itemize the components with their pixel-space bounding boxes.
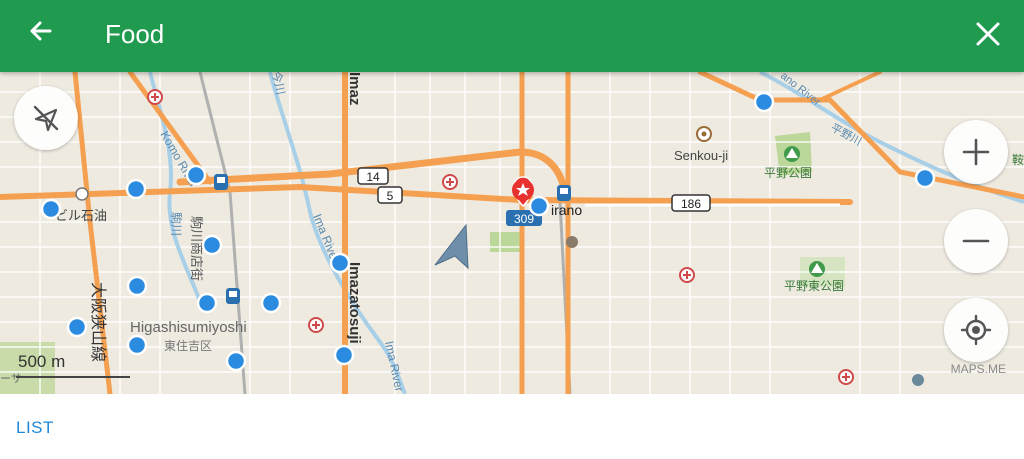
svg-text:186: 186: [681, 197, 701, 211]
map-label-river: ano River: [778, 72, 823, 109]
temple-icon: [696, 126, 712, 142]
hospital-icon: [838, 369, 854, 385]
map-label-hirano-east-park: 平野東公園: [784, 279, 844, 293]
location-disabled-icon: [33, 105, 59, 132]
map-label-senkouji: Senkou-ji: [674, 148, 728, 163]
food-marker: [126, 275, 148, 297]
route-shield-5: 5: [377, 186, 403, 204]
route-shield-186: 186: [671, 194, 711, 212]
hospital-icon: [308, 317, 324, 333]
food-marker: [201, 234, 223, 256]
food-marker: [40, 198, 62, 220]
plus-icon: [962, 138, 990, 166]
food-marker: [66, 316, 88, 338]
top-app-bar: Food: [0, 0, 1024, 72]
park-tree-icon: [809, 261, 825, 277]
my-location-icon: [960, 314, 992, 346]
map-canvas[interactable]: 14 5 186 309 Komo River 駒川 駒川商店街 Imaz Im…: [0, 72, 1024, 394]
attribution-label: MAPS.ME: [950, 362, 1006, 376]
map-label-higashisumiyoshi: Higashisumiyoshi: [130, 319, 247, 336]
park-tree-icon: [784, 146, 800, 162]
back-arrow-icon[interactable]: [22, 14, 58, 50]
map-label-edge: 鞍: [1012, 152, 1024, 167]
food-marker: [333, 344, 355, 366]
list-button[interactable]: LIST: [16, 418, 54, 438]
station-icon: [557, 185, 571, 201]
bottom-bar: [0, 394, 1024, 459]
food-marker: [528, 195, 550, 217]
station-icon: [226, 288, 240, 304]
map-label-osaka-sayama: 大阪狭山線: [89, 282, 107, 362]
close-icon[interactable]: [970, 16, 1006, 52]
station-icon: [214, 174, 228, 190]
scale-label: 500 m: [18, 352, 66, 371]
food-marker: [125, 178, 147, 200]
map-label-hirano-park: 平野公園: [764, 166, 812, 180]
food-marker: [225, 350, 247, 372]
food-marker: [126, 334, 148, 356]
svg-text:309: 309: [514, 212, 534, 226]
svg-text:14: 14: [366, 170, 380, 184]
food-marker: [329, 252, 351, 274]
hospital-icon: [679, 267, 695, 283]
map-view[interactable]: 14 5 186 309 Komo River 駒川 駒川商店街 Imaz Im…: [0, 72, 1024, 394]
food-marker: [185, 164, 207, 186]
map-label-imazato-top: Imaz: [346, 72, 363, 105]
misc-icon: [912, 374, 924, 386]
food-marker: [753, 91, 775, 113]
route-shield-14: 14: [357, 167, 389, 185]
map-label-hirano: irano: [551, 202, 582, 218]
fuel-icon: [75, 187, 89, 201]
svg-text:5: 5: [387, 189, 394, 203]
map-label-komagawa-shotengai: 駒川商店街: [189, 216, 204, 281]
map-label-edge-left: ーサ: [0, 372, 22, 385]
scale-bar: [16, 376, 130, 378]
map-label-imazatosuji: Imazatosuji: [346, 262, 363, 344]
food-marker: [196, 292, 218, 314]
bank-icon: [566, 236, 578, 248]
minus-icon: [962, 239, 990, 243]
page-title: Food: [105, 19, 165, 49]
zoom-out-button[interactable]: [944, 209, 1008, 273]
map-label-komagawa: 駒川: [169, 212, 183, 236]
map-label-higashisumiyoshi-jp: 東住吉区: [164, 339, 212, 353]
location-disabled-button[interactable]: [14, 86, 78, 150]
hospital-icon: [147, 89, 163, 105]
hospital-icon: [442, 174, 458, 190]
zoom-in-button[interactable]: [944, 120, 1008, 184]
park-area: [490, 232, 524, 252]
my-location-button[interactable]: [944, 298, 1008, 362]
food-marker: [260, 292, 282, 314]
food-marker: [914, 167, 936, 189]
